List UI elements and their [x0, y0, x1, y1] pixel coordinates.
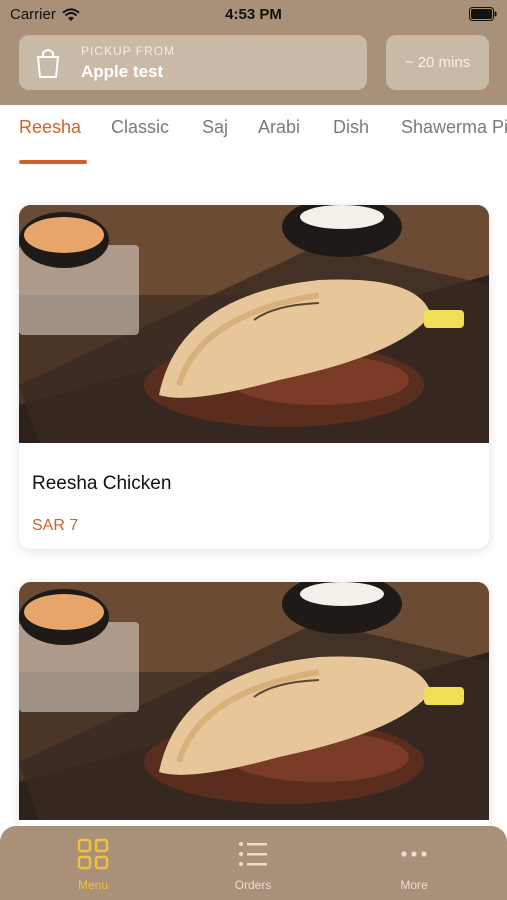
pickup-label: PICKUP FROM [81, 43, 176, 58]
product-card[interactable] [19, 582, 489, 842]
product-image [19, 582, 489, 820]
header: Carrier 4:53 PM PICKUP FROM Apple test ~… [0, 0, 507, 105]
pickup-location-selector[interactable]: PICKUP FROM Apple test [19, 35, 367, 90]
tab-shawerma-pi[interactable]: Shawerma Pi [401, 117, 507, 138]
tab-reesha[interactable]: Reesha [19, 117, 81, 138]
nav-menu-label: Menu [77, 878, 109, 892]
product-name: Reesha Chicken [32, 473, 172, 494]
tab-classic[interactable]: Classic [111, 117, 169, 138]
tab-arabi[interactable]: Arabi [258, 117, 300, 138]
bottom-nav: Menu Orders More [0, 826, 507, 900]
shopping-bag-icon [36, 48, 60, 78]
status-time: 4:53 PM [225, 6, 282, 23]
pickup-location-name: Apple test [81, 61, 164, 81]
battery-icon [469, 7, 497, 25]
product-price: SAR 7 [32, 517, 79, 534]
status-bar: Carrier 4:53 PM [0, 0, 507, 30]
more-dots-icon [401, 851, 427, 857]
eta-badge[interactable]: ~ 20 mins [386, 35, 489, 90]
nav-menu[interactable]: Menu [48, 838, 138, 892]
category-tabs: Reesha Classic Saj Arabi Dish Shawerma P… [0, 105, 507, 165]
nav-orders-label: Orders [234, 878, 272, 892]
product-card[interactable]: Reesha Chicken SAR 7 [19, 205, 489, 549]
nav-orders[interactable]: Orders [208, 838, 298, 892]
tab-saj[interactable]: Saj [202, 117, 228, 138]
list-icon [239, 842, 267, 866]
eta-text: ~ 20 mins [404, 54, 471, 71]
active-tab-indicator [19, 160, 87, 164]
tab-dish[interactable]: Dish [333, 117, 369, 138]
nav-more-label: More [400, 878, 428, 892]
pickup-text: PICKUP FROM Apple test [81, 44, 175, 82]
product-image [19, 205, 489, 443]
grid-icon [77, 838, 109, 870]
nav-more[interactable]: More [369, 838, 459, 892]
